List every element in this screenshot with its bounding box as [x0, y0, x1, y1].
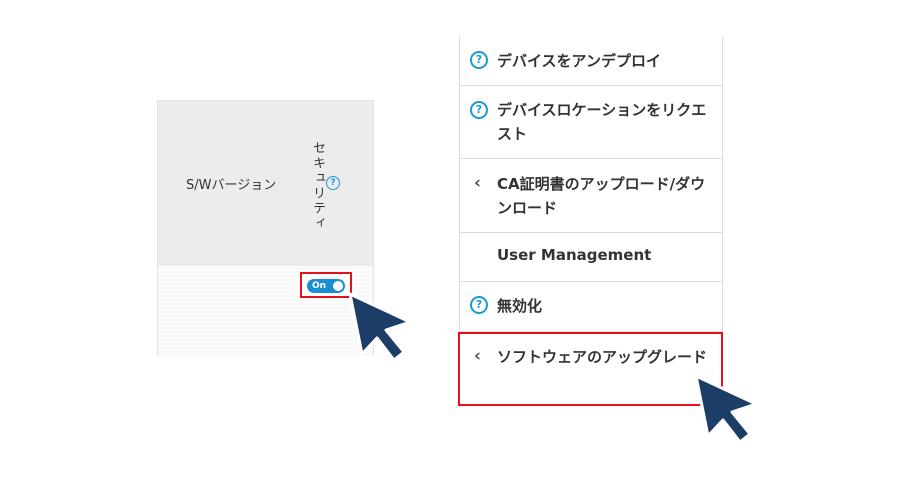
cursor-arrow-icon: [348, 292, 412, 362]
menu-item-label: デバイスをアンデプロイ: [497, 52, 661, 70]
menu-item-disable[interactable]: ? 無効化: [460, 282, 722, 332]
menu-item-label: デバイスロケーションをリクエスト: [497, 101, 707, 143]
table-header: S/Wバージョン セキュリティ ?: [158, 101, 373, 266]
menu-item-label: User Management: [497, 246, 652, 264]
menu-item-ca-certificate[interactable]: ‹ CA証明書のアップロード/ダウンロード: [460, 159, 722, 233]
menu-item-user-management[interactable]: User Management: [460, 233, 722, 282]
chevron-left-icon: ‹: [474, 173, 482, 193]
help-icon[interactable]: ?: [326, 176, 340, 190]
help-icon[interactable]: ?: [470, 296, 488, 314]
menu-item-label: 無効化: [497, 297, 543, 315]
menu-item-request-location[interactable]: ? デバイスロケーションをリクエスト: [460, 86, 722, 159]
column-header-security[interactable]: セキュリティ: [307, 141, 327, 231]
cursor-arrow-icon: [694, 374, 758, 444]
software-upgrade-highlight: [458, 332, 723, 406]
menu-item-undeploy[interactable]: ? デバイスをアンデプロイ: [460, 36, 722, 86]
help-icon[interactable]: ?: [470, 51, 488, 69]
column-header-sw-version[interactable]: S/Wバージョン: [186, 174, 276, 193]
help-icon[interactable]: ?: [470, 101, 488, 119]
menu-item-label: CA証明書のアップロード/ダウンロード: [497, 175, 706, 217]
toggle-label: On: [312, 281, 327, 291]
